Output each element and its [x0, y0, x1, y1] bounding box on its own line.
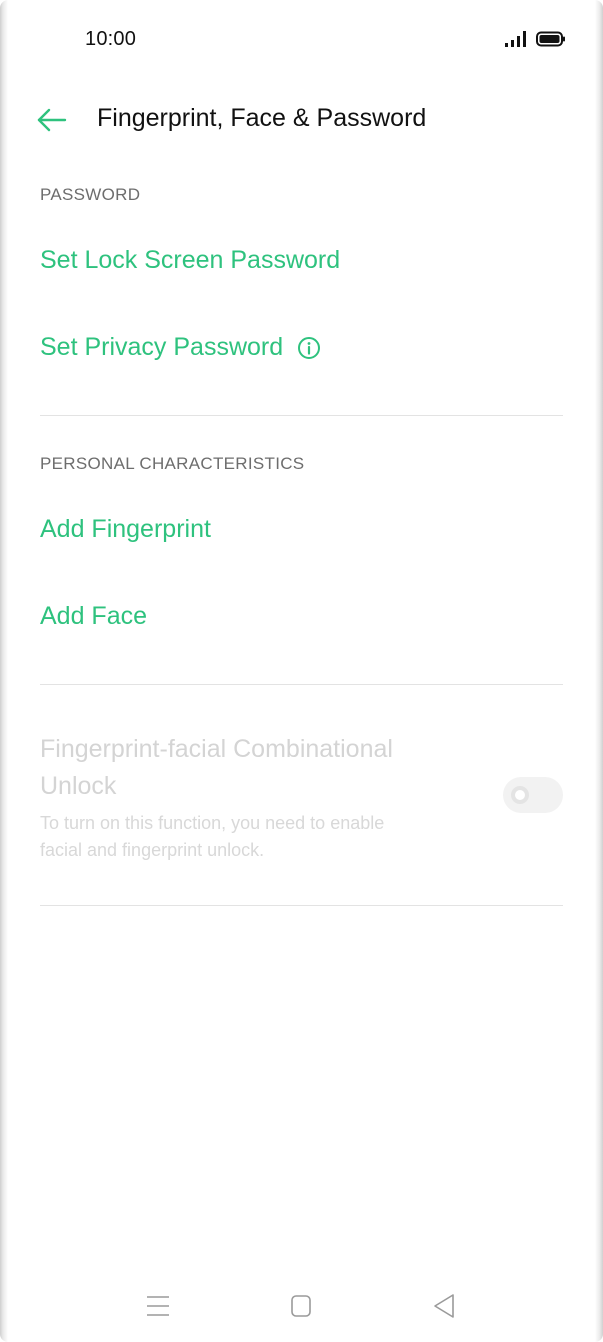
app-header: Fingerprint, Face & Password: [0, 96, 603, 144]
item-label: Set Privacy Password: [40, 333, 284, 361]
back-button[interactable]: [34, 104, 70, 136]
divider: [40, 684, 563, 685]
screen-edge-left: [0, 0, 8, 1342]
add-fingerprint-item[interactable]: Add Fingerprint: [40, 515, 211, 544]
combinational-unlock-description: To turn on this function, you need to en…: [40, 810, 460, 864]
add-face-item[interactable]: Add Face: [40, 602, 147, 631]
screen-edge-right: [595, 0, 603, 1342]
set-lock-screen-password-item[interactable]: Set Lock Screen Password: [40, 246, 340, 275]
menu-icon[interactable]: [142, 1290, 174, 1322]
section-header-personal-characteristics: PERSONAL CHARACTERISTICS: [40, 454, 305, 473]
combinational-unlock-description-line: To turn on this function, you need to en…: [40, 813, 385, 833]
status-bar: 10:00: [0, 26, 603, 54]
item-label: Add Face: [40, 602, 148, 630]
navigation-bar: [0, 1290, 603, 1322]
signal-icon: [505, 31, 526, 47]
back-triangle-icon[interactable]: [428, 1290, 460, 1322]
toggle-knob: [511, 786, 529, 804]
combinational-unlock-toggle[interactable]: [503, 777, 563, 813]
status-time: 10:00: [85, 28, 137, 50]
combinational-unlock-title: Fingerprint-facial Combinational Unlock: [40, 731, 460, 805]
home-icon[interactable]: [285, 1290, 317, 1322]
divider: [40, 415, 563, 416]
arrow-left-icon: [37, 108, 67, 132]
item-label: Add Fingerprint: [40, 515, 211, 543]
set-privacy-password-item[interactable]: Set Privacy Password: [40, 333, 321, 362]
phone-screen: 10:00 Fingerprint, Face & Password PASSW…: [0, 0, 603, 1342]
page-title: Fingerprint, Face & Password: [97, 104, 427, 132]
combinational-unlock-description-line: facial and fingerprint unlock.: [40, 840, 265, 860]
battery-icon: [536, 31, 565, 47]
section-header-password: PASSWORD: [40, 185, 141, 204]
divider: [40, 905, 563, 906]
combinational-unlock-title-line: Unlock: [40, 772, 117, 800]
item-label: Set Lock Screen Password: [40, 246, 341, 274]
info-icon[interactable]: [297, 336, 321, 360]
combinational-unlock-title-line: Fingerprint-facial Combinational: [40, 735, 393, 763]
